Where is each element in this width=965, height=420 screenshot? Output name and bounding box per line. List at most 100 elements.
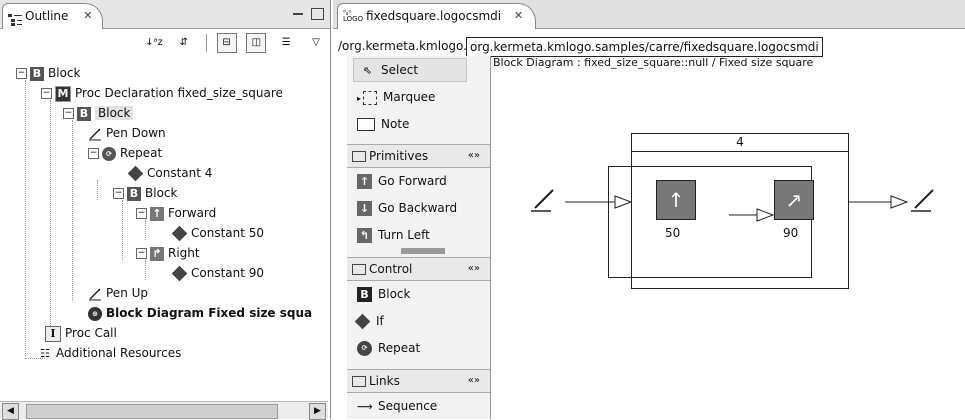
tree-node-label: Constant 90 xyxy=(191,266,265,280)
if-icon xyxy=(354,313,371,330)
tree-node-proc-declaration[interactable]: − M Proc Declaration fixed_size_square xyxy=(41,84,283,102)
palette-item-block[interactable]: B Block xyxy=(357,283,410,305)
turn-value: 90 xyxy=(783,226,799,240)
diagram-canvas[interactable]: 4 ↑ 50 ↗ 90 xyxy=(493,68,965,419)
collapse-icon[interactable]: − xyxy=(41,88,52,99)
palette-item-if[interactable]: If xyxy=(354,310,384,332)
tree-node-label: Forward xyxy=(168,206,217,220)
collapse-icon[interactable]: − xyxy=(136,208,147,219)
forward-icon: ↑ xyxy=(357,174,372,189)
marquee-icon xyxy=(363,90,378,105)
tree-node-block-root[interactable]: − B Block xyxy=(16,64,80,82)
drawer-scroll-indicator[interactable] xyxy=(401,248,445,254)
palette-tool-select[interactable]: ⇖ Select xyxy=(353,58,467,82)
tree-node-block-diagram[interactable]: ⊕ Block Diagram Fixed size squa xyxy=(88,304,312,322)
tree-node-label: Additional Resources xyxy=(56,346,182,360)
outline-tab[interactable]: Outline ✕ xyxy=(2,3,104,29)
chevron-icon[interactable]: «» xyxy=(468,370,480,392)
toolbar-separator xyxy=(205,34,207,52)
tree-node-pen-down[interactable]: Pen Down xyxy=(88,124,166,142)
palette-item-go-forward[interactable]: ↑ Go Forward xyxy=(357,170,447,192)
tree-node-block-inner[interactable]: − B Block xyxy=(113,184,177,202)
maximize-icon[interactable] xyxy=(311,7,324,20)
filter-icon[interactable]: ⇵ xyxy=(174,33,194,53)
close-icon[interactable]: ✕ xyxy=(83,4,92,28)
folder-icon xyxy=(352,264,366,275)
minimize-icon[interactable] xyxy=(293,12,304,15)
tree-node-label: Proc Declaration fixed_size_square xyxy=(75,86,283,100)
repeat-icon: ⟳ xyxy=(102,146,116,161)
sequence-arrow-icon: ⟶ xyxy=(357,400,373,413)
tree-node-right[interactable]: − ↱ Right xyxy=(136,244,200,262)
repeat-icon: ⟳ xyxy=(357,341,372,356)
turn-left-icon: ↰ xyxy=(357,228,372,243)
path-tooltip: org.kermeta.kmlogo.samples/carre/fixedsq… xyxy=(466,37,823,57)
tree-node-constant[interactable]: Constant 4 xyxy=(127,164,213,182)
path-label: /org.kermeta.kmlogo.s xyxy=(338,39,474,53)
tree-node-repeat[interactable]: − ⟳ Repeat xyxy=(88,144,162,162)
dropdown-arrow-icon[interactable]: ▸ xyxy=(357,94,361,103)
view-menu-icon[interactable]: ▽ xyxy=(306,33,326,53)
tree-node-pen-up[interactable]: Pen Up xyxy=(88,284,148,302)
up-arrow-icon: ↑ xyxy=(667,188,685,212)
tree-node-label: Block xyxy=(48,66,81,80)
constant-icon xyxy=(171,265,188,282)
palette-tool-marquee[interactable]: ▸ Marquee xyxy=(357,86,435,108)
chevron-icon[interactable]: «» xyxy=(468,145,480,167)
tree-node-forward[interactable]: − ↑ Forward xyxy=(136,204,216,222)
thumbnail-view-icon[interactable]: ◫ xyxy=(246,33,267,53)
tree-node-constant[interactable]: Constant 50 xyxy=(171,224,265,242)
palette-tool-note[interactable]: Note xyxy=(357,113,409,135)
repeat-count: 4 xyxy=(632,134,848,152)
tree-node-label: Block Diagram Fixed size squa xyxy=(106,306,313,320)
constant-icon xyxy=(127,165,144,182)
scroll-left-icon[interactable]: ◀ xyxy=(2,403,19,420)
palette-item-go-backward[interactable]: ↓ Go Backward xyxy=(357,197,457,219)
resources-icon: ☷ xyxy=(40,346,50,360)
folder-icon xyxy=(352,151,366,162)
block-icon: B xyxy=(77,106,91,121)
tree-node-proc-call[interactable]: I Proc Call xyxy=(45,324,117,342)
pen-icon xyxy=(88,287,102,301)
editor-tab[interactable]: ⁰ₐ⁰ LOGO fixedsquare.logocsmdi ✕ xyxy=(337,3,537,29)
tree-node-additional-resources[interactable]: ☷ Additional Resources xyxy=(38,344,181,362)
close-icon[interactable]: ✕ xyxy=(514,4,523,28)
outline-tree: − B Block − M Proc Declaration fixed_size_sq… xyxy=(0,62,328,400)
palette-item-repeat[interactable]: ⟳ Repeat xyxy=(357,337,420,359)
editor-tab-label: fixedsquare.logocsmdi xyxy=(366,9,502,23)
tree-node-label: Constant 50 xyxy=(191,226,265,240)
sort-alpha-icon[interactable]: ↓ᵃz xyxy=(144,33,164,53)
tree-node-label: Constant 4 xyxy=(147,166,213,180)
palette-drawer-control[interactable]: Control «» xyxy=(347,257,490,281)
forward-node[interactable]: ↑ xyxy=(656,180,696,220)
tree-node-constant[interactable]: Constant 90 xyxy=(171,264,265,282)
collapse-icon[interactable]: − xyxy=(63,108,74,119)
pointer-icon: ⇖ xyxy=(362,64,373,77)
scroll-right-icon[interactable]: ▶ xyxy=(309,403,326,420)
palette-item-turn-left[interactable]: ↰ Turn Left xyxy=(357,224,430,246)
collapse-icon[interactable]: − xyxy=(136,248,147,259)
turn-node[interactable]: ↗ xyxy=(774,180,814,220)
collapse-icon[interactable]: − xyxy=(16,68,27,79)
tree-node-label: Pen Up xyxy=(106,286,149,300)
constant-icon xyxy=(171,225,188,242)
outline-tab-label: Outline xyxy=(25,9,69,23)
palette-drawer-links[interactable]: Links «» xyxy=(347,369,490,393)
tree-node-block-selected[interactable]: − B Block xyxy=(63,104,134,122)
tree-node-label: Block xyxy=(95,106,134,120)
block-icon: B xyxy=(127,186,141,201)
diagram-icon: ⊕ xyxy=(88,306,102,321)
collapse-icon[interactable]: − xyxy=(113,188,124,199)
scrollbar-thumb[interactable] xyxy=(26,404,278,419)
layout-icon[interactable]: ☰ xyxy=(276,33,296,53)
tree-node-label: Proc Call xyxy=(65,326,117,340)
horizontal-scrollbar[interactable]: ◀ ▶ xyxy=(0,401,328,420)
outline-icon xyxy=(8,10,22,34)
chevron-icon[interactable]: «» xyxy=(468,258,480,280)
tree-view-icon[interactable]: ⊟ xyxy=(216,33,237,53)
curved-arrow-icon: ↗ xyxy=(785,188,803,212)
collapse-icon[interactable]: − xyxy=(88,148,99,159)
palette-drawer-primitives[interactable]: Primitives «» xyxy=(347,144,490,168)
palette-item-sequence[interactable]: ⟶ Sequence xyxy=(357,395,437,417)
tree-node-label: Pen Down xyxy=(106,126,166,140)
